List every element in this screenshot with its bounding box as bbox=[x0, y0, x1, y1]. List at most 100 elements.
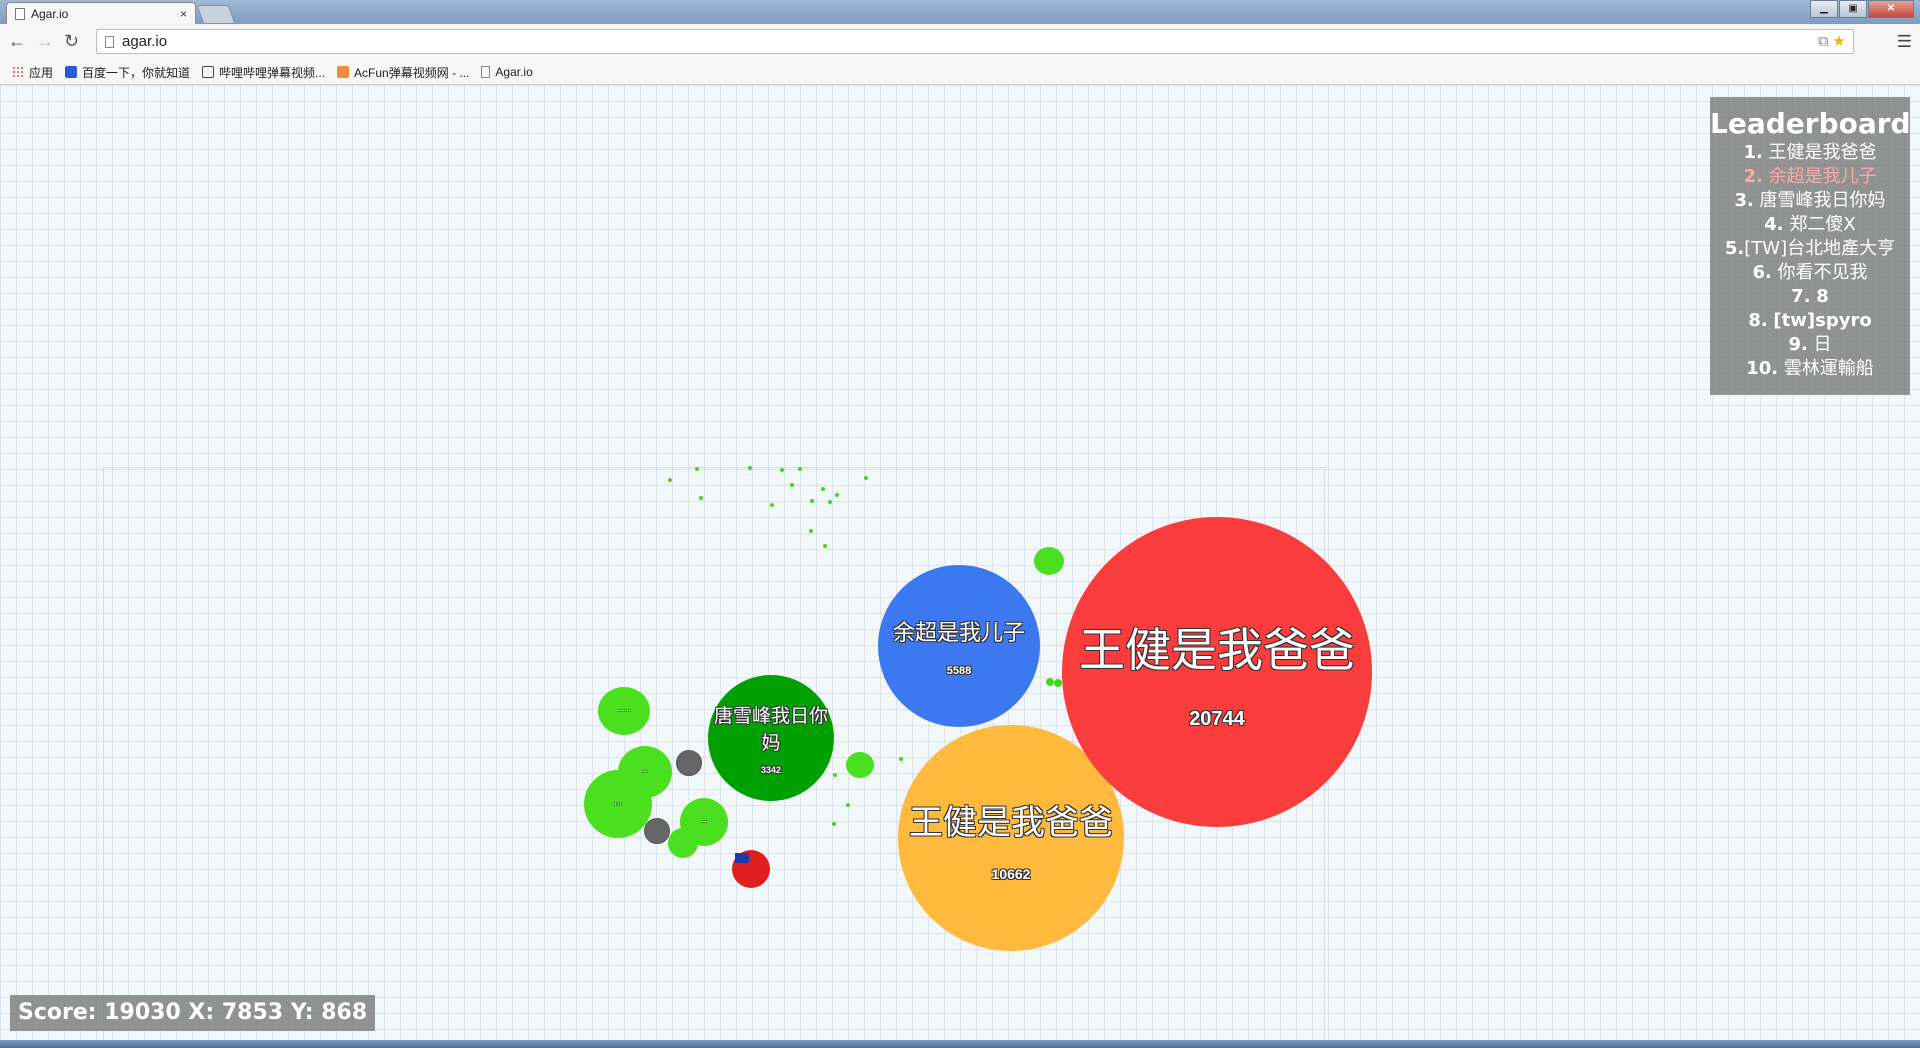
food-pellet bbox=[899, 757, 903, 761]
food-pellet bbox=[864, 476, 868, 480]
reload-icon[interactable]: ↻ bbox=[64, 31, 79, 52]
browser-toolbar: ← → ↻ agar.io ⧉ ★ ☰ bbox=[0, 24, 1920, 61]
leaderboard-row: 6. 你看不见我 bbox=[1710, 261, 1910, 285]
food-pellet bbox=[833, 773, 837, 777]
leaderboard-panel: Leaderboard 1. 王健是我爸爸 2. 余超是我儿子 3. 唐雪峰我日… bbox=[1710, 97, 1911, 395]
food-pellet bbox=[1054, 679, 1062, 687]
leaderboard-name: [tw]spyro bbox=[1773, 310, 1872, 331]
leaderboard-title: Leaderboard bbox=[1710, 107, 1911, 140]
leaderboard-row: 10. 雲林運輸船 bbox=[1710, 357, 1910, 381]
leaderboard-rank: 4. bbox=[1764, 214, 1784, 235]
apps-icon bbox=[12, 66, 24, 78]
bilibili-icon bbox=[202, 66, 215, 78]
food-pellet bbox=[835, 493, 839, 497]
bookmarks-bar: 应用 百度一下，你就知道 哔哩哔哩弹幕视频... AcFun弹幕视频网 - ..… bbox=[0, 60, 1920, 85]
gray-cell bbox=[676, 750, 702, 776]
bookmark-apps[interactable]: 应用 bbox=[12, 64, 53, 81]
leaderboard-rank: 10. bbox=[1746, 358, 1779, 379]
forward-icon[interactable]: → bbox=[36, 31, 54, 52]
player-cell-blue: 余超是我儿子 5588 bbox=[878, 565, 1040, 727]
leaderboard-row: 8. [tw]spyro bbox=[1710, 309, 1910, 333]
leaderboard-name: 8 bbox=[1816, 286, 1829, 307]
translate-icon[interactable]: ⧉ bbox=[1818, 33, 1829, 50]
leaderboard-name: 郑二傻X bbox=[1789, 214, 1856, 235]
leaderboard-rank: 2. bbox=[1743, 166, 1763, 187]
food-pellet bbox=[798, 467, 802, 471]
food-pellet bbox=[810, 499, 814, 503]
player-cell-green: 唐雪峰我日你妈 3342 bbox=[708, 675, 834, 801]
leaderboard-name: 雲林運輸船 bbox=[1783, 358, 1874, 379]
player-cell-red: 王健是我爸爸 20744 bbox=[1062, 517, 1372, 827]
maximize-button[interactable]: ▣ bbox=[1839, 0, 1867, 18]
bookmark-agario[interactable]: Agar.io bbox=[481, 65, 533, 79]
food-pellet bbox=[821, 487, 825, 491]
address-bar[interactable]: agar.io ⧉ ★ bbox=[96, 29, 1854, 54]
page-icon bbox=[15, 7, 25, 20]
window-titlebar: Agar.io × ▁ ▣ ✕ bbox=[0, 0, 1920, 24]
food-pellet bbox=[790, 483, 794, 487]
food-pellet bbox=[832, 822, 836, 826]
cell-mass: 10662 bbox=[991, 865, 1031, 882]
leaderboard-name: 余超是我儿子 bbox=[1768, 166, 1877, 187]
omnibox-icons: ⧉ ★ bbox=[1818, 33, 1845, 50]
minimize-button[interactable]: ▁ bbox=[1810, 0, 1838, 18]
bookmark-label: 百度一下，你就知道 bbox=[82, 65, 191, 80]
food-pellet bbox=[823, 544, 827, 548]
bookmark-label: Agar.io bbox=[495, 65, 533, 79]
leaderboard-row: 4. 郑二傻X bbox=[1710, 213, 1910, 237]
browser-tab[interactable]: Agar.io × bbox=[6, 2, 196, 24]
small-cell: ··· bbox=[584, 770, 652, 838]
food-pellet bbox=[809, 529, 813, 533]
leaderboard-row: 5.[TW]台北地產大亨 bbox=[1710, 237, 1910, 261]
food-pellet bbox=[695, 467, 699, 471]
flag-cell bbox=[732, 850, 770, 888]
url-text[interactable]: agar.io bbox=[122, 33, 167, 50]
bookmark-star-icon[interactable]: ★ bbox=[1833, 33, 1845, 50]
gray-cell bbox=[644, 818, 670, 844]
leaderboard-row: 3. 唐雪峰我日你妈 bbox=[1710, 189, 1910, 213]
leaderboard-name: 你看不见我 bbox=[1777, 262, 1868, 283]
score-display: Score: 19030 X: 7853 Y: 868 bbox=[10, 995, 376, 1031]
leaderboard-row-self: 2. 余超是我儿子 bbox=[1710, 165, 1910, 189]
bookmark-label: AcFun弹幕视频网 - ... bbox=[354, 65, 470, 80]
close-tab-icon[interactable]: × bbox=[180, 7, 187, 21]
small-cell bbox=[668, 828, 698, 858]
leaderboard-rank: 8. bbox=[1748, 310, 1768, 331]
bookmark-acfun[interactable]: AcFun弹幕视频网 - ... bbox=[337, 64, 469, 81]
menu-icon[interactable]: ☰ bbox=[1897, 32, 1912, 52]
small-cell bbox=[846, 752, 874, 778]
leaderboard-name: 王健是我爸爸 bbox=[1768, 142, 1877, 163]
small-cell bbox=[1034, 547, 1064, 575]
new-tab-button[interactable] bbox=[196, 5, 236, 24]
cell-mass: 3342 bbox=[760, 765, 782, 775]
close-window-button[interactable]: ✕ bbox=[1868, 0, 1914, 18]
food-pellet bbox=[699, 496, 703, 500]
food-pellet bbox=[780, 468, 784, 472]
small-cell: ··· ᐧᐧ bbox=[598, 687, 650, 735]
tab-title: Agar.io bbox=[31, 6, 69, 21]
leaderboard-rank: 5. bbox=[1724, 238, 1745, 259]
bookmark-baidu[interactable]: 百度一下，你就知道 bbox=[65, 64, 190, 81]
bookmark-bilibili[interactable]: 哔哩哔哩弹幕视频... bbox=[202, 64, 325, 81]
bookmark-label: 应用 bbox=[29, 65, 54, 80]
leaderboard-rank: 7. bbox=[1791, 286, 1811, 307]
leaderboard-row: 1. 王健是我爸爸 bbox=[1710, 141, 1910, 165]
cell-name: 王健是我爸爸 bbox=[1079, 622, 1355, 677]
game-canvas[interactable]: ··· ᐧᐧ ·· ··· ·· 唐雪峰我日你妈 3342 余超是我儿子 558… bbox=[0, 85, 1920, 1040]
cell-name: 王健是我爸爸 bbox=[909, 802, 1113, 843]
cell-name: 唐雪峰我日你妈 bbox=[713, 705, 828, 754]
os-taskbar bbox=[0, 1040, 1920, 1048]
leaderboard-name: 唐雪峰我日你妈 bbox=[1759, 190, 1886, 211]
back-icon[interactable]: ← bbox=[8, 31, 26, 52]
leaderboard-rank: 6. bbox=[1752, 262, 1772, 283]
bookmark-label: 哔哩哔哩弹幕视频... bbox=[219, 65, 326, 80]
food-pellet bbox=[828, 500, 832, 504]
leaderboard-rank: 9. bbox=[1788, 334, 1808, 355]
food-pellet bbox=[668, 478, 672, 482]
food-pellet bbox=[846, 803, 850, 807]
flag-icon bbox=[735, 853, 749, 863]
leaderboard-name: [TW]台北地產大亨 bbox=[1744, 238, 1896, 259]
leaderboard-row: 9. 日 bbox=[1710, 333, 1910, 357]
cell-name: 余超是我儿子 bbox=[892, 621, 1025, 646]
cell-mass: 5588 bbox=[946, 665, 972, 677]
